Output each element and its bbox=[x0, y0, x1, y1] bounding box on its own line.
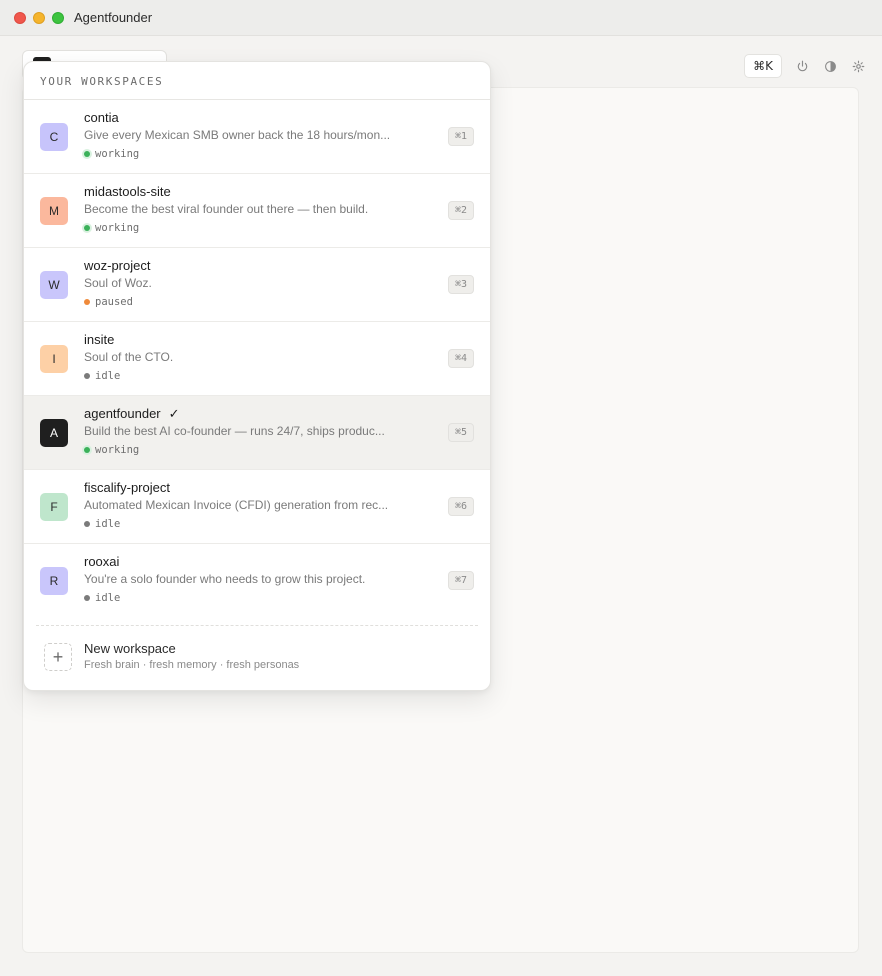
workspace-name-text: agentfounder bbox=[84, 406, 161, 421]
shortcut-badge: ⌘2 bbox=[447, 201, 474, 220]
workspace-avatar: W bbox=[40, 271, 68, 299]
shortcut-badge: ⌘6 bbox=[447, 497, 474, 516]
close-window-button[interactable] bbox=[14, 12, 26, 24]
status-badge: working bbox=[84, 148, 139, 160]
workspace-description: Become the best viral founder out there … bbox=[84, 202, 369, 216]
new-workspace-subtitle: Fresh brain · fresh memory · fresh perso… bbox=[84, 659, 300, 671]
gear-icon[interactable] bbox=[850, 58, 866, 74]
minimize-window-button[interactable] bbox=[33, 12, 45, 24]
status-text: idle bbox=[95, 370, 121, 382]
status-badge: working bbox=[84, 444, 139, 456]
shortcut-badge: ⌘4 bbox=[447, 349, 474, 368]
top-toolbar: ⌘K bbox=[744, 54, 866, 78]
workspace-description: Soul of the CTO. bbox=[84, 350, 174, 364]
plus-icon: + bbox=[44, 643, 72, 671]
workspace-list: Ccontia Give every Mexican SMB owner back… bbox=[24, 100, 490, 618]
workspace-description: Soul of Woz. bbox=[84, 276, 152, 290]
status-dot-icon bbox=[84, 225, 90, 231]
workspace-name-text: rooxai bbox=[84, 554, 120, 569]
status-badge: working bbox=[84, 222, 139, 234]
status-text: paused bbox=[95, 296, 133, 308]
status-badge: idle bbox=[84, 592, 120, 604]
status-badge: idle bbox=[84, 518, 120, 530]
workspace-description: Automated Mexican Invoice (CFDI) generat… bbox=[84, 498, 389, 512]
status-dot-icon bbox=[84, 521, 90, 527]
workspace-item-woz-project[interactable]: Wwoz-project Soul of Woz. paused ⌘3 bbox=[24, 248, 490, 322]
new-workspace-title: New workspace bbox=[84, 641, 176, 656]
workspace-avatar: A bbox=[40, 419, 68, 447]
workspace-name: insite bbox=[84, 332, 114, 347]
status-text: working bbox=[95, 444, 140, 456]
workspace-name: contia bbox=[84, 110, 119, 125]
dropdown-header: YOUR WORKSPACES bbox=[24, 62, 490, 100]
status-text: working bbox=[95, 148, 140, 160]
status-text: idle bbox=[95, 592, 121, 604]
workspace-item-midastools-site[interactable]: Mmidastools-site Become the best viral fo… bbox=[24, 174, 490, 248]
workspace-item-contia[interactable]: Ccontia Give every Mexican SMB owner back… bbox=[24, 100, 490, 174]
workspace-item-rooxai[interactable]: Rrooxai You're a solo founder who needs t… bbox=[24, 544, 490, 618]
status-badge: idle bbox=[84, 370, 120, 382]
workspace-name: fiscalify-project bbox=[84, 480, 170, 495]
maximize-window-button[interactable] bbox=[52, 12, 64, 24]
status-text: idle bbox=[95, 518, 121, 530]
workspace-name-text: woz-project bbox=[84, 258, 151, 273]
workspace-name-text: midastools-site bbox=[84, 184, 171, 199]
shortcut-badge: ⌘3 bbox=[447, 275, 474, 294]
power-icon[interactable] bbox=[794, 58, 810, 74]
workspace-name: agentfounder ✓ bbox=[84, 406, 180, 422]
workspace-avatar: I bbox=[40, 345, 68, 373]
status-dot-icon bbox=[84, 447, 90, 453]
workspace-description: Give every Mexican SMB owner back the 18… bbox=[84, 128, 391, 142]
status-dot-icon bbox=[84, 595, 90, 601]
workspace-name: midastools-site bbox=[84, 184, 171, 199]
workspace-item-fiscalify-project[interactable]: Ffiscalify-project Automated Mexican Invo… bbox=[24, 470, 490, 544]
workspace-name: rooxai bbox=[84, 554, 119, 569]
workspace-description: You're a solo founder who needs to grow … bbox=[84, 572, 366, 586]
workspace-name-text: fiscalify-project bbox=[84, 480, 170, 495]
check-icon: ✓ bbox=[168, 406, 180, 421]
workspace-avatar: F bbox=[40, 493, 68, 521]
new-workspace-button[interactable]: + New workspace Fresh brain · fresh memo… bbox=[24, 626, 490, 688]
workspace-item-agentfounder[interactable]: Aagentfounder ✓ Build the best AI co-found… bbox=[24, 396, 490, 470]
workspace-name: woz-project bbox=[84, 258, 150, 273]
status-dot-icon bbox=[84, 299, 90, 305]
workspace-item-insite[interactable]: Iinsite Soul of the CTO. idle ⌘4 bbox=[24, 322, 490, 396]
workspace-name-text: contia bbox=[84, 110, 119, 125]
command-palette-button[interactable]: ⌘K bbox=[744, 54, 782, 78]
title-bar: Agentfounder bbox=[0, 0, 882, 36]
contrast-icon[interactable] bbox=[822, 58, 838, 74]
workspace-name-text: insite bbox=[84, 332, 115, 347]
shortcut-badge: ⌘1 bbox=[447, 127, 474, 146]
window-title: Agentfounder bbox=[74, 10, 153, 25]
workspace-avatar: R bbox=[40, 567, 68, 595]
status-text: working bbox=[95, 222, 140, 234]
workspace-dropdown: YOUR WORKSPACES Ccontia Give every Mexica… bbox=[23, 61, 491, 691]
shortcut-badge: ⌘7 bbox=[447, 571, 474, 590]
status-dot-icon bbox=[84, 373, 90, 379]
workspace-avatar: M bbox=[40, 197, 68, 225]
status-dot-icon bbox=[84, 151, 90, 157]
shortcut-badge: ⌘5 bbox=[447, 423, 474, 442]
workspace-avatar: C bbox=[40, 123, 68, 151]
workspace-description: Build the best AI co-founder — runs 24/7… bbox=[84, 424, 385, 438]
status-badge: paused bbox=[84, 296, 133, 308]
